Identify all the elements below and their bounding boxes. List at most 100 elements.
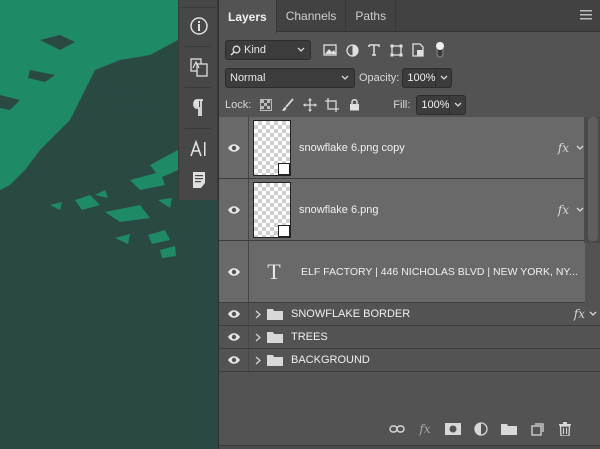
fill-field[interactable]: 100%: [416, 94, 451, 115]
chevron-down-icon: [341, 75, 349, 80]
chevron-down-icon: [440, 75, 448, 80]
layer-row[interactable]: snowflake 6.png fx: [219, 179, 585, 241]
tool-strip-grip[interactable]: [179, 0, 217, 8]
fx-icon[interactable]: fx: [574, 307, 585, 321]
blend-row: Normal Opacity: 100%: [219, 65, 600, 91]
shape-filter-icon[interactable]: [385, 39, 407, 61]
adjustment-filter-icon[interactable]: [341, 39, 363, 61]
tab-layers[interactable]: Layers: [219, 0, 277, 33]
link-layers-icon[interactable]: [385, 418, 409, 440]
layer-name: snowflake 6.png copy: [299, 141, 405, 154]
lock-pixels-icon[interactable]: [277, 94, 299, 116]
fx-icon[interactable]: fx: [558, 141, 569, 155]
layer-name: snowflake 6.png: [299, 203, 379, 216]
new-group-icon[interactable]: [497, 418, 521, 440]
chevron-down-icon: [297, 47, 305, 52]
layer-row[interactable]: T ELF FACTORY | 446 NICHOLAS BLVD | NEW …: [219, 241, 585, 303]
layer-thumbnail[interactable]: [253, 119, 291, 176]
type-layer-icon[interactable]: T: [253, 259, 295, 285]
smart-object-badge-icon: [278, 162, 290, 175]
tool-separator: [185, 46, 211, 47]
lock-label: Lock:: [225, 98, 252, 111]
kind-filter-dropdown[interactable]: Kind: [225, 40, 311, 60]
fill-label: Fill:: [393, 98, 411, 111]
smart-object-filter-icon[interactable]: [407, 39, 429, 61]
delete-layer-icon[interactable]: [553, 418, 577, 440]
layer-group-row[interactable]: BACKGROUND: [219, 349, 600, 372]
visibility-toggle[interactable]: [219, 349, 249, 371]
character-icon[interactable]: [179, 131, 219, 167]
new-layer-icon[interactable]: [525, 418, 549, 440]
layer-name: ELF FACTORY | 446 NICHOLAS BLVD | NEW YO…: [301, 265, 578, 278]
expand-arrow-icon[interactable]: [251, 356, 265, 365]
kind-filter-label: Kind: [244, 44, 267, 56]
tab-channels[interactable]: Channels: [277, 0, 347, 31]
lock-artboard-icon[interactable]: [321, 94, 343, 116]
fx-icon[interactable]: fx: [558, 203, 569, 217]
layer-group-row[interactable]: TREES: [219, 326, 600, 349]
chevron-down-icon: [454, 102, 462, 107]
document-canvas[interactable]: [0, 0, 178, 449]
folder-icon: [267, 355, 283, 366]
lock-all-icon[interactable]: [343, 94, 365, 116]
canvas-artwork: [0, 0, 178, 449]
lock-position-icon[interactable]: [299, 94, 321, 116]
fill-value: 100%: [421, 98, 450, 111]
expand-arrow-icon[interactable]: [251, 310, 265, 319]
glyph-swap-icon[interactable]: [179, 49, 219, 85]
type-filter-icon[interactable]: [363, 39, 385, 61]
layer-name: BACKGROUND: [291, 354, 370, 366]
add-mask-icon[interactable]: [441, 418, 465, 440]
visibility-toggle[interactable]: [219, 326, 249, 348]
lock-transparency-icon[interactable]: [255, 94, 277, 116]
layers-scrollbar[interactable]: [584, 117, 600, 243]
tab-paths-label: Paths: [355, 8, 387, 23]
eye-icon: [227, 267, 240, 276]
lock-row: Lock: Fill: 100%: [219, 91, 600, 119]
expand-arrow-icon[interactable]: [251, 333, 265, 342]
layers-panel: Layers Channels Paths Kind Normal Opacit…: [218, 0, 600, 449]
info-icon[interactable]: [179, 8, 219, 44]
visibility-toggle[interactable]: [219, 241, 249, 302]
visibility-toggle[interactable]: [219, 117, 249, 178]
add-style-icon[interactable]: fx: [413, 418, 437, 440]
scrollbar-thumb[interactable]: [588, 117, 598, 241]
tab-channels-label: Channels: [285, 8, 337, 23]
layer-row[interactable]: snowflake 6.png copy fx: [219, 117, 585, 179]
blend-mode-dropdown[interactable]: Normal: [225, 68, 355, 88]
blend-mode-label: Normal: [230, 72, 266, 84]
tab-paths[interactable]: Paths: [346, 0, 397, 31]
layers-list: snowflake 6.png copy fx snowflake 6.png …: [219, 117, 600, 372]
opacity-field[interactable]: 100%: [402, 68, 437, 88]
filter-toggle-icon[interactable]: [429, 39, 451, 61]
panel-menu-icon[interactable]: [580, 10, 592, 23]
pixel-filter-icon[interactable]: [319, 39, 341, 61]
add-style-label: fx: [419, 422, 431, 436]
tab-layers-label: Layers: [228, 9, 267, 24]
notes-icon[interactable]: [179, 167, 219, 193]
eye-icon: [227, 356, 240, 364]
eye-icon: [227, 143, 240, 152]
layers-footer: fx: [219, 415, 600, 443]
layer-name: SNOWFLAKE BORDER: [291, 308, 411, 320]
panel-resize-edge[interactable]: [219, 445, 600, 449]
fill-dropdown-button[interactable]: [450, 94, 467, 115]
chevron-down-icon[interactable]: [588, 309, 598, 319]
opacity-label: Opacity:: [359, 72, 400, 84]
opacity-dropdown-button[interactable]: [436, 68, 453, 88]
layer-name: TREES: [291, 331, 328, 343]
eye-icon: [227, 310, 240, 318]
new-adjustment-icon[interactable]: [469, 418, 493, 440]
opacity-value: 100%: [407, 72, 436, 84]
folder-icon: [267, 309, 283, 320]
visibility-toggle[interactable]: [219, 179, 249, 240]
folder-icon: [267, 332, 283, 343]
paragraph-icon[interactable]: [179, 90, 219, 126]
tool-separator: [185, 128, 211, 129]
visibility-toggle[interactable]: [219, 303, 249, 325]
layer-thumbnail[interactable]: [253, 181, 291, 238]
panel-tool-strip: [178, 0, 218, 200]
layer-group-row[interactable]: SNOWFLAKE BORDER fx: [219, 303, 600, 326]
tool-separator: [185, 87, 211, 88]
search-icon: [230, 45, 241, 56]
